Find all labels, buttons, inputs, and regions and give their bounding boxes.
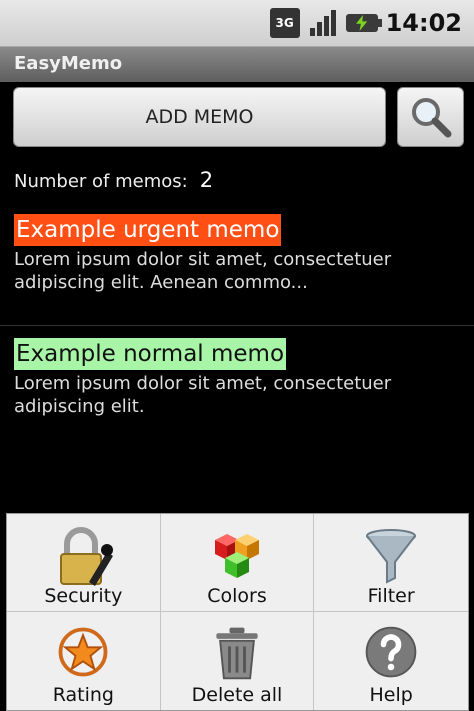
trash-icon — [216, 627, 258, 680]
menu-item-label: Security — [44, 585, 123, 607]
memo-count-label: Number of memos: — [14, 171, 188, 192]
funnel-icon — [366, 529, 417, 584]
memo-count: Number of memos: 2 — [14, 168, 213, 192]
search-button[interactable] — [397, 87, 464, 147]
memo-body-line: adipiscing elit. — [14, 396, 145, 417]
menu-item-delete-all[interactable]: Delete all — [161, 612, 315, 710]
add-memo-label: ADD MEMO — [145, 106, 254, 128]
status-bar: 3G 14:02 — [0, 0, 474, 46]
menu-item-label: Rating — [52, 684, 114, 706]
star-icon — [58, 627, 108, 677]
menu-item-label: Filter — [367, 585, 415, 607]
padlock-icon — [60, 527, 114, 586]
status-clock: 14:02 — [385, 9, 462, 37]
menu-item-label: Colors — [207, 585, 267, 607]
memo-title: Example normal memo — [14, 338, 287, 370]
menu-item-help[interactable]: Help — [314, 612, 468, 710]
app-title: EasyMemo — [0, 46, 474, 82]
options-menu: Security Colors Filter Rating Delete all… — [6, 513, 469, 711]
signal-strength-icon — [308, 8, 338, 38]
network-3g-icon: 3G — [269, 8, 300, 38]
magnifier-icon — [411, 98, 451, 138]
divider — [0, 325, 474, 326]
memo-body: Lorem ipsum dolor sit amet, consectetuer… — [14, 248, 464, 294]
menu-item-filter[interactable]: Filter — [314, 514, 468, 612]
list-item[interactable]: Example urgent memo Lorem ipsum dolor si… — [14, 214, 464, 294]
memo-body-line: Lorem ipsum dolor sit amet, consectetuer — [14, 249, 392, 270]
memo-title: Example urgent memo — [14, 214, 282, 246]
memo-count-value: 2 — [199, 168, 214, 192]
memo-body-line: adipiscing elit. Aenean commo... — [14, 272, 308, 293]
memo-body-line: Lorem ipsum dolor sit amet, consectetuer — [14, 373, 392, 394]
memo-body: Lorem ipsum dolor sit amet, consectetuer… — [14, 372, 464, 418]
menu-item-label: Help — [369, 684, 413, 706]
menu-item-colors[interactable]: Colors — [160, 514, 315, 612]
battery-charging-icon — [345, 14, 382, 32]
menu-item-label: Delete all — [191, 684, 283, 706]
help-icon — [365, 626, 417, 678]
menu-item-security[interactable]: Security — [7, 514, 161, 612]
color-cubes-icon — [214, 534, 259, 578]
menu-item-rating[interactable]: Rating — [7, 612, 161, 710]
add-memo-button[interactable]: ADD MEMO — [13, 87, 386, 147]
list-item[interactable]: Example normal memo Lorem ipsum dolor si… — [14, 338, 464, 418]
